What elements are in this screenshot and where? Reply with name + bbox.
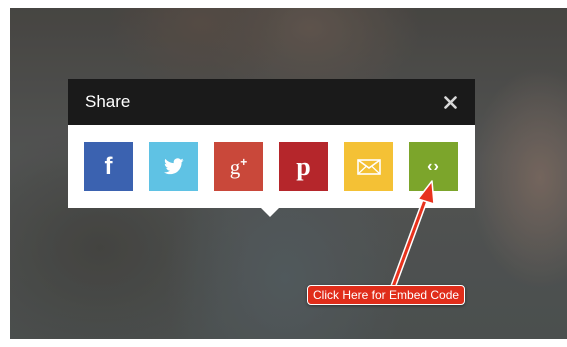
embed-code-button[interactable]: ‹› [409,142,458,191]
share-dialog: Share f g+ p ‹› [68,79,475,217]
facebook-share-button[interactable]: f [84,142,133,191]
code-icon: ‹› [427,157,440,175]
share-buttons-row: f g+ p ‹› [68,125,475,217]
share-title: Share [85,92,131,111]
facebook-icon: f [104,152,113,180]
close-icon [443,95,457,109]
close-button[interactable] [441,93,459,111]
embed-code-callout: Click Here for Embed Code [307,285,466,305]
pinterest-icon: p [296,151,311,181]
envelope-icon [356,158,381,175]
twitter-icon [163,158,184,175]
twitter-share-button[interactable] [149,142,198,191]
email-share-button[interactable] [344,142,393,191]
background-photo: Share f g+ p ‹› [10,8,567,339]
google-plus-share-button[interactable]: g+ [214,142,263,191]
pinterest-share-button[interactable]: p [279,142,328,191]
share-header: Share [68,79,475,125]
google-plus-icon: g+ [229,154,248,179]
